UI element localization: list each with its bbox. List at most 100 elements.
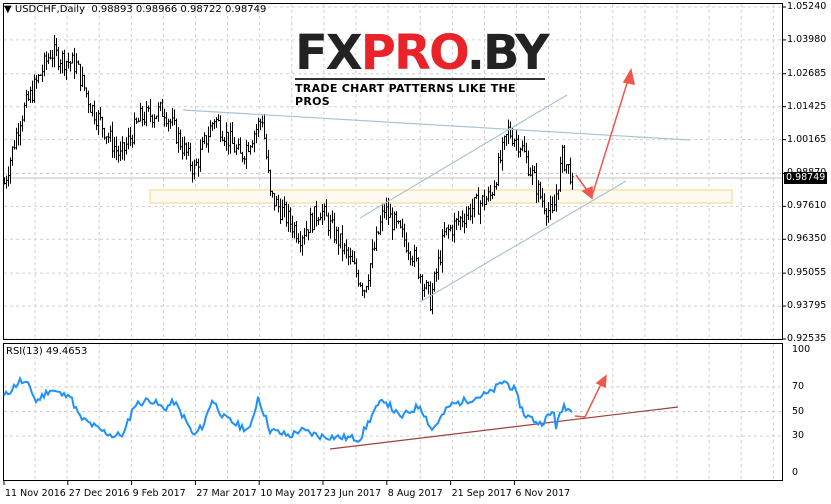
candle [295,220,298,243]
candle [141,106,144,127]
candle [479,200,482,225]
candle [441,229,444,273]
rsi-trendline [329,406,679,450]
candle [99,106,102,121]
candle [171,107,174,127]
candle [145,101,148,127]
candle [505,133,508,146]
candle [339,233,342,249]
candle [209,120,212,138]
candle [329,214,332,239]
candle [313,206,316,231]
candle [437,249,440,280]
ohlc-values: 0.98893 0.98966 0.98722 0.98749 [91,4,267,15]
candle [423,283,426,298]
price-tick-label: 1.00165 [787,133,827,145]
candle [527,150,530,177]
candle [381,203,384,232]
candle [407,242,410,261]
candle [463,213,466,234]
time-tick-label: 21 Sep 2017 [451,488,512,499]
candle [151,114,154,128]
candle [311,212,314,233]
chart-title[interactable]: ▼ USDCHF,Daily 0.98893 0.98966 0.98722 0… [4,4,266,15]
triangle-down-icon[interactable]: ▼ [4,4,12,15]
candle [417,257,420,280]
candle [169,118,172,129]
candle [425,280,428,290]
candle [19,121,22,146]
candle [363,289,366,299]
candle [137,117,140,123]
candle [7,166,10,187]
candle [253,130,256,153]
candle [263,113,266,140]
candle [367,274,370,290]
candle [289,207,292,233]
candle [109,125,112,142]
candle [389,203,392,218]
candle [89,103,92,113]
logo-by: .BY [466,25,550,81]
candle [61,50,64,74]
candle [501,137,504,171]
candle [265,133,268,160]
candle [63,49,66,76]
price-tick-label: 1.01425 [787,100,827,112]
candle [101,116,104,138]
candle [321,203,324,226]
candle [107,132,110,143]
candle [21,115,24,132]
candle [261,115,264,128]
candle [401,218,404,238]
candle [17,123,20,146]
candle [397,220,400,224]
candle [353,251,356,265]
candle [495,182,498,190]
candle [167,118,170,132]
candle [77,60,80,65]
candle [365,285,368,293]
candle [561,144,564,173]
candle [249,145,252,155]
time-tick-label: 11 Nov 2016 [5,488,66,499]
candle [379,215,382,236]
rsi-tick-label: 50 [792,405,805,417]
candle [359,282,362,288]
candle [331,210,334,224]
candle [445,227,448,236]
candle [305,220,308,237]
candle [457,210,460,226]
candle [91,104,94,117]
candle [49,50,52,60]
candle [121,136,124,160]
candle [27,91,30,101]
rsi-tick-label: 100 [792,344,811,355]
candle [335,226,338,244]
candle [87,90,90,114]
candle [403,223,406,248]
candle [117,145,120,163]
price-tick-label: 0.93795 [787,300,827,312]
candle [83,74,86,91]
candle [449,224,452,232]
candle [45,51,48,71]
candle [187,142,190,156]
logo-fx: FX [295,25,363,81]
time-tick-label: 9 Feb 2017 [132,488,186,499]
current-price-label: 0.98749 [784,172,828,184]
candle [267,149,270,173]
candle [55,37,58,57]
candle [347,246,350,266]
candle [377,231,380,235]
candle [191,161,194,183]
candle [115,136,118,161]
candle [201,136,204,150]
time-tick-label: 6 Nov 2017 [515,488,571,499]
candle [523,136,526,153]
candle [163,108,166,127]
candle [349,247,352,265]
candle [223,137,226,147]
candle [509,121,512,139]
candle [337,226,340,255]
